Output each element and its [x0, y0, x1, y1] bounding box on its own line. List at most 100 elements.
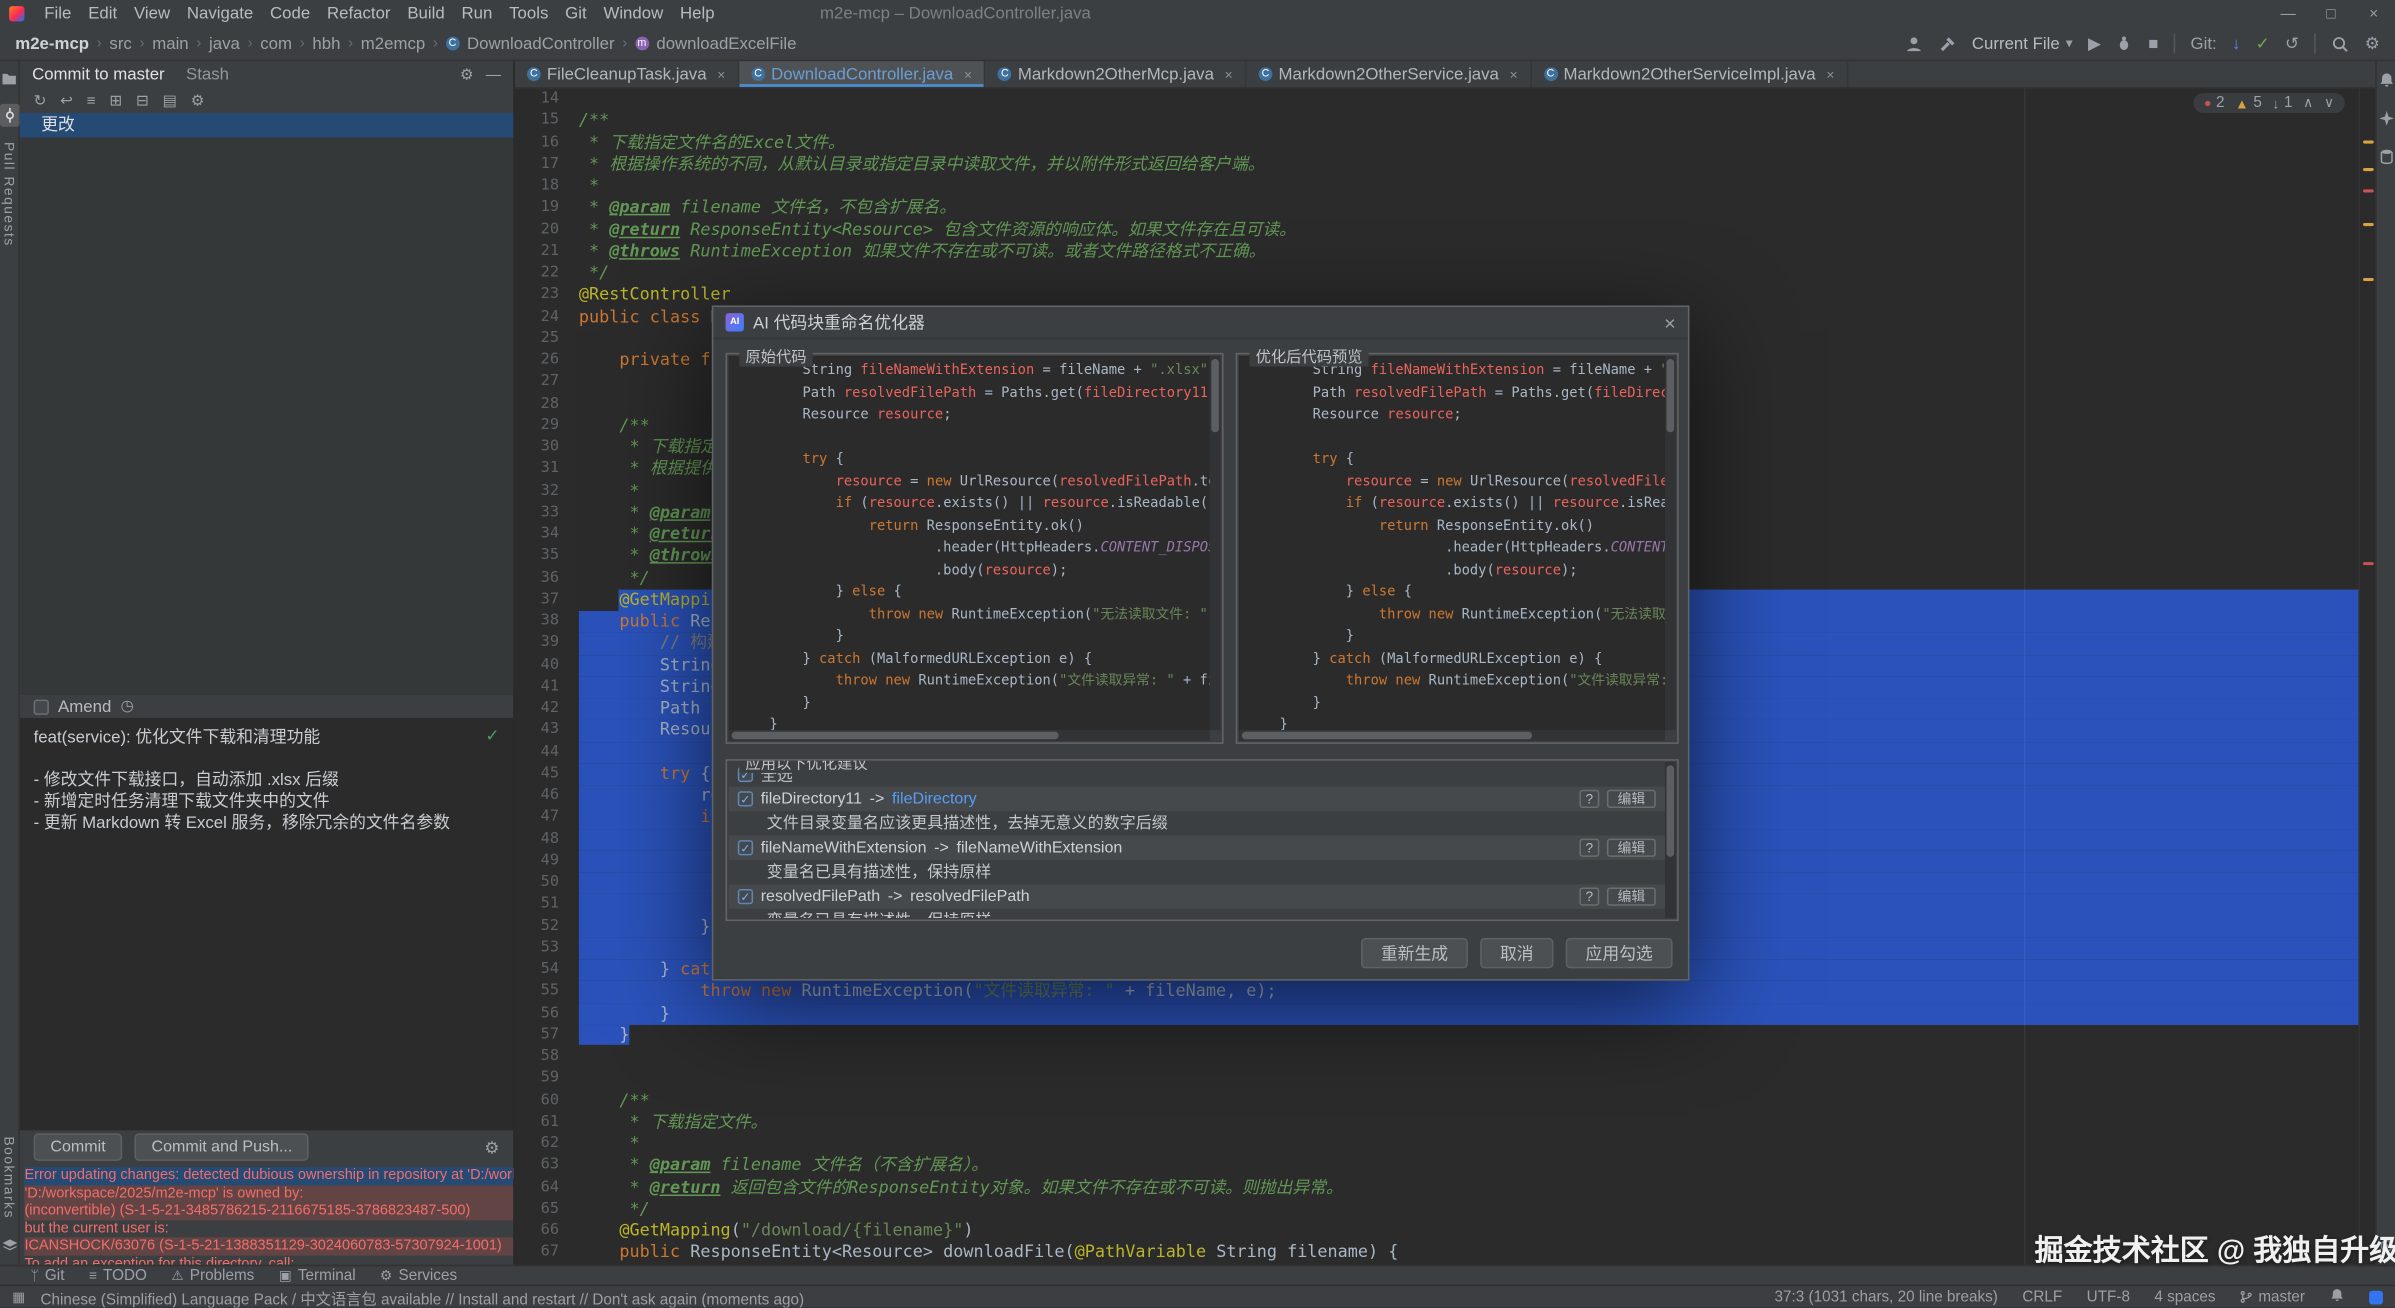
amend-checkbox[interactable] — [34, 699, 49, 714]
notifications-icon[interactable] — [2329, 1287, 2344, 1307]
tab-commit-to-master[interactable]: Commit to master — [32, 66, 165, 84]
warning-stripe-mark[interactable] — [2363, 141, 2374, 144]
menu-refactor[interactable]: Refactor — [319, 5, 398, 23]
menu-build[interactable]: Build — [400, 5, 453, 23]
search-everywhere-icon[interactable] — [2331, 34, 2349, 52]
inspections-widget[interactable]: ●2 ▲5 ↓1 ∧ ∨ — [2193, 93, 2344, 113]
git-commit-button[interactable]: ✓ — [2256, 34, 2270, 54]
refresh-icon[interactable]: ↻ — [34, 92, 47, 109]
view-options-gear-icon[interactable]: ⚙ — [191, 92, 205, 109]
menu-git[interactable]: Git — [558, 5, 595, 23]
suggestion-checkbox[interactable]: ✓ — [738, 840, 753, 855]
scrollbar-thumb[interactable] — [1667, 359, 1675, 432]
menu-run[interactable]: Run — [454, 5, 500, 23]
project-toolwindow-icon[interactable] — [0, 69, 18, 89]
breadcrumb-item[interactable]: DownloadController — [467, 34, 615, 52]
stop-button[interactable]: ■ — [2148, 34, 2158, 52]
tab-close-icon[interactable]: × — [1225, 66, 1233, 81]
menu-code[interactable]: Code — [262, 5, 317, 23]
menu-window[interactable]: Window — [596, 5, 671, 23]
cancel-button[interactable]: 取消 — [1480, 938, 1553, 969]
changes-tree[interactable]: 更改 — [20, 113, 513, 695]
help-button[interactable]: ? — [1579, 887, 1599, 905]
menu-help[interactable]: Help — [672, 5, 722, 23]
error-stripe-mark[interactable] — [2363, 562, 2374, 565]
breadcrumb-item[interactable]: src — [109, 34, 131, 52]
toolwindow-services[interactable]: ⚙Services — [380, 1267, 457, 1284]
dialog-title-bar[interactable]: AI AI 代码块重命名优化器 × — [713, 307, 1688, 339]
collapse-all-icon[interactable]: ⊟ — [136, 92, 149, 109]
editor-tab[interactable]: CMarkdown2OtherServiceImpl.java× — [1531, 61, 1848, 87]
close-button[interactable]: × — [2352, 0, 2395, 27]
apply-selected-button[interactable]: 应用勾选 — [1566, 938, 1673, 969]
toolwindow-terminal[interactable]: ▣Terminal — [279, 1267, 356, 1284]
git-update-button[interactable]: ↓ — [2232, 34, 2240, 52]
suggestion-item[interactable]: ✓fileDirectory11->fileDirectory?编辑 — [729, 787, 1665, 811]
menu-file[interactable]: File — [37, 5, 79, 23]
warning-stripe-mark[interactable] — [2363, 278, 2374, 281]
help-button[interactable]: ? — [1579, 790, 1599, 808]
horizontal-scrollbar[interactable] — [1239, 730, 1665, 741]
warning-stripe-mark[interactable] — [2363, 223, 2374, 226]
git-branch-widget[interactable]: master — [2240, 1288, 2305, 1305]
vertical-scrollbar[interactable] — [1665, 762, 1676, 918]
toolwindow-todo[interactable]: ≡TODO — [89, 1267, 147, 1284]
suggestion-item[interactable]: ✓fileNameWithExtension->fileNameWithExte… — [729, 836, 1665, 860]
notifications-bell-icon[interactable] — [2376, 69, 2395, 92]
scrollbar-thumb[interactable] — [732, 732, 1059, 740]
changes-root-row[interactable]: 更改 — [20, 113, 513, 137]
regenerate-button[interactable]: 重新生成 — [1361, 938, 1468, 969]
minimize-button[interactable]: — — [2267, 0, 2310, 27]
breadcrumb-item[interactable]: m2emcp — [361, 34, 425, 52]
line-ending[interactable]: CRLF — [2022, 1288, 2062, 1305]
editor-scrollbar[interactable] — [2358, 89, 2375, 1265]
scrollbar-thumb[interactable] — [1667, 765, 1675, 857]
menu-navigate[interactable]: Navigate — [179, 5, 261, 23]
hide-toolwindow-icon[interactable]: — — [486, 66, 501, 83]
suggestion-checkbox[interactable]: ✓ — [738, 791, 753, 806]
file-encoding[interactable]: UTF-8 — [2087, 1288, 2130, 1305]
tab-close-icon[interactable]: × — [1510, 66, 1518, 81]
dialog-close-icon[interactable]: × — [1664, 311, 1676, 334]
horizontal-scrollbar[interactable] — [729, 730, 1210, 741]
expand-all-icon[interactable]: ⊞ — [109, 92, 122, 109]
warning-stripe-mark[interactable] — [2363, 168, 2374, 171]
menu-tools[interactable]: Tools — [501, 5, 556, 23]
user-avatar-icon[interactable] — [1905, 34, 1923, 52]
toolwindow-git[interactable]: ᛘGit — [31, 1267, 65, 1284]
next-problem-icon[interactable]: ∨ — [2324, 95, 2334, 112]
breadcrumb-item[interactable]: com — [260, 34, 292, 52]
caret-position[interactable]: 37:3 (1031 chars, 20 line breaks) — [1775, 1288, 1998, 1305]
editor-tab[interactable]: CFileCleanupTask.java× — [515, 61, 739, 87]
commit-options-gear-icon[interactable]: ⚙ — [460, 66, 474, 83]
status-message[interactable]: Chinese (Simplified) Language Pack / 中文语… — [41, 1285, 805, 1307]
tab-close-icon[interactable]: × — [964, 66, 972, 81]
error-stripe-mark[interactable] — [2363, 189, 2374, 192]
original-code-view[interactable]: String fileNameWithExtension = fileName … — [729, 356, 1210, 730]
commit-toolwindow-icon[interactable] — [0, 104, 19, 127]
vertical-scrollbar[interactable] — [1210, 356, 1221, 730]
settings-gear-icon[interactable]: ⚙ — [2365, 34, 2380, 54]
toolwindow-problems[interactable]: ⚠Problems — [171, 1267, 254, 1284]
debug-button[interactable] — [2116, 35, 2133, 52]
breadcrumb-item[interactable]: downloadExcelFile — [656, 34, 796, 52]
menu-edit[interactable]: Edit — [81, 5, 125, 23]
help-button[interactable]: ? — [1579, 839, 1599, 857]
editor-tab[interactable]: CMarkdown2OtherService.java× — [1246, 61, 1531, 87]
breadcrumb-item[interactable]: java — [209, 34, 240, 52]
group-by-icon[interactable]: ▤ — [163, 92, 177, 109]
editor-tab[interactable]: CDownloadController.java× — [739, 61, 986, 87]
build-hammer-icon[interactable] — [1938, 34, 1956, 52]
ide-notification-badge[interactable] — [2369, 1290, 2383, 1304]
database-toolwindow-icon[interactable] — [2376, 145, 2395, 168]
rollback-icon[interactable]: ↩ — [60, 92, 73, 109]
commit-settings-gear-icon[interactable]: ⚙ — [484, 1137, 499, 1157]
scrollbar-thumb[interactable] — [1211, 359, 1219, 432]
run-configuration-select[interactable]: Current File ▾ — [1972, 34, 2073, 52]
tab-stash[interactable]: Stash — [186, 66, 229, 84]
git-history-button[interactable]: ↺ — [2285, 34, 2299, 54]
ai-assistant-icon[interactable] — [2376, 107, 2395, 130]
stripe-bookmarks[interactable]: Bookmarks — [2, 1136, 17, 1219]
commit-message-editor[interactable]: feat(service): 优化文件下载和清理功能 - 修改文件下载接口，自动… — [20, 718, 513, 1130]
edit-button[interactable]: 编辑 — [1607, 839, 1656, 857]
